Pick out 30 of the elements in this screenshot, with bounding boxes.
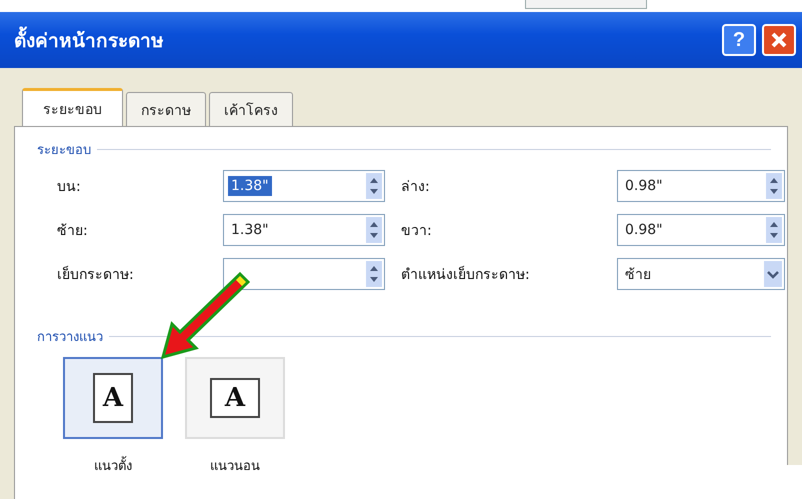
spin-field[interactable]: 1.38" <box>223 214 385 246</box>
spin-field[interactable]: 1.38" <box>223 170 385 202</box>
field-label: ล่าง: <box>401 178 431 197</box>
field-label: ซ้าย: <box>57 222 89 241</box>
option-label: แนวนอน <box>210 458 260 476</box>
spinner-icon[interactable] <box>366 261 382 287</box>
spin-field[interactable]: 0.98" <box>617 214 785 246</box>
help-button[interactable]: ? <box>722 24 756 56</box>
dropdown-field[interactable]: ซ้าย <box>617 258 785 290</box>
window-title: ตั้งค่าหน้ากระดาษ <box>14 25 164 55</box>
spin-field[interactable]: 0.98" <box>617 170 785 202</box>
tab[interactable]: เค้าโครง <box>209 92 293 126</box>
spinner-icon[interactable] <box>766 173 782 199</box>
close-button[interactable] <box>762 24 796 56</box>
spinner-icon[interactable] <box>766 217 782 243</box>
field-label: บน: <box>57 178 82 197</box>
tab[interactable]: กระดาษ <box>126 92 206 126</box>
section-heading: ระยะขอบ <box>37 142 91 160</box>
orientation-button[interactable]: A <box>185 357 285 439</box>
tab[interactable]: ระยะขอบ <box>22 88 123 126</box>
option-label: แนวตั้ง <box>94 455 132 476</box>
field-label: เย็บกระดาษ: <box>57 264 135 285</box>
section-heading: การวางแนว <box>37 329 103 347</box>
orientation-button[interactable]: A <box>63 357 163 439</box>
field-label: ตำแหน่งเย็บกระดาษ: <box>401 264 531 285</box>
spin-field[interactable] <box>223 258 385 290</box>
spinner-icon[interactable] <box>366 173 382 199</box>
spinner-icon[interactable] <box>366 217 382 243</box>
field-label: ขวา: <box>401 222 433 241</box>
close-icon <box>769 30 789 50</box>
